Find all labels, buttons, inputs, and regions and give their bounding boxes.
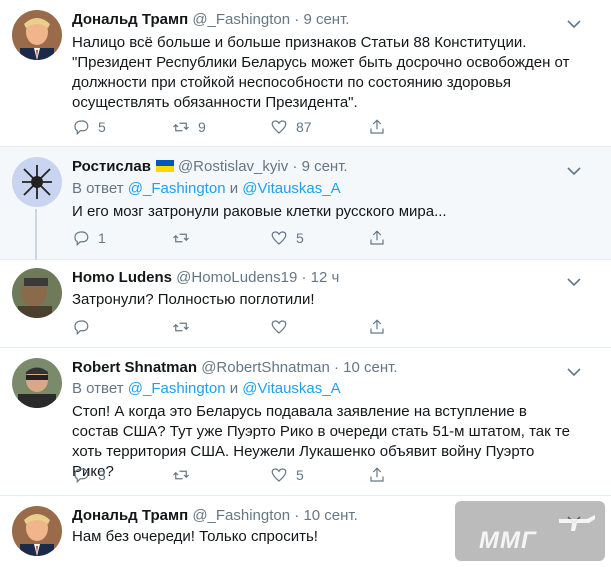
share-button[interactable]	[368, 229, 386, 247]
reply-context: В ответ @_Fashington и @Vitauskas_A	[72, 379, 341, 399]
like-button[interactable]: 5	[270, 229, 304, 247]
share-icon	[370, 319, 384, 334]
separator: ·	[294, 11, 300, 28]
tweet[interactable]: Homo Ludens @HomoLudens19 · 12 ч Затрону…	[0, 260, 611, 348]
watermark-logo: ММГ	[455, 501, 605, 561]
mention-link[interactable]: @Vitauskas_A	[242, 380, 340, 397]
author-name[interactable]: Дональд Трамп	[72, 507, 188, 524]
reply-and: и	[229, 180, 239, 197]
reply-button[interactable]	[72, 318, 98, 336]
avatar[interactable]	[12, 10, 62, 60]
author-handle[interactable]: @_Fashington	[192, 11, 290, 28]
timestamp[interactable]: 12 ч	[311, 269, 340, 286]
tweet-text: Затронули? Полностью поглотили!	[72, 291, 315, 308]
like-count: 5	[296, 467, 304, 483]
tweet-header: Homo Ludens @HomoLudens19 · 12 ч	[72, 268, 339, 288]
mention-link[interactable]: @Vitauskas_A	[242, 180, 340, 197]
like-button[interactable]: 87	[270, 118, 312, 136]
chevron-down-icon[interactable]	[567, 163, 581, 176]
retweet-icon	[173, 122, 189, 132]
heart-icon	[271, 231, 287, 245]
tweet-header: Дональд Трамп @_Fashington · 10 сент.	[72, 506, 358, 526]
like-count: 5	[296, 230, 304, 246]
avatar[interactable]	[12, 506, 62, 556]
reply-icon	[74, 468, 89, 484]
retweet-icon	[173, 470, 189, 480]
separator: ·	[334, 359, 339, 376]
mention-link[interactable]: @_Fashington	[128, 180, 226, 197]
retweet-count: 9	[198, 119, 206, 135]
tweet[interactable]: Ростислав @Rostislav_kyiv · 9 сент. В отв…	[0, 147, 611, 260]
rifle-emblem-icon	[559, 515, 595, 531]
like-count: 87	[296, 119, 312, 135]
retweet-icon	[173, 322, 189, 332]
timestamp[interactable]: 10 сент.	[303, 507, 357, 524]
author-name[interactable]: Ростислав	[72, 158, 151, 175]
retweet-icon	[173, 233, 189, 243]
avatar[interactable]	[12, 157, 62, 207]
reply-icon	[74, 120, 89, 136]
author-handle[interactable]: @RobertShnatman	[201, 359, 330, 376]
author-handle[interactable]: @_Fashington	[192, 507, 290, 524]
tweet-actions: 5 9 87	[72, 118, 402, 138]
tweet-header: Robert Shnatman @RobertShnatman · 10 сен…	[72, 358, 398, 378]
author-name[interactable]: Homo Ludens	[72, 269, 172, 286]
chevron-down-icon[interactable]	[567, 274, 581, 287]
tweet-actions: 3 5	[72, 466, 402, 486]
author-handle[interactable]: @HomoLudens19	[176, 269, 297, 286]
reply-button[interactable]: 1	[72, 229, 106, 247]
reply-icon	[74, 231, 89, 247]
avatar[interactable]	[12, 358, 62, 408]
thread-line	[35, 209, 37, 260]
reply-count: 1	[98, 230, 106, 246]
reply-count: 5	[98, 119, 106, 135]
mention-link[interactable]: @_Fashington	[128, 380, 226, 397]
author-name[interactable]: Дональд Трамп	[72, 11, 188, 28]
share-icon	[370, 230, 384, 245]
reply-button[interactable]: 5	[72, 118, 106, 136]
tweet-actions: 1 5	[72, 229, 402, 249]
tweet-text: И его мозг затронули раковые клетки русс…	[72, 203, 447, 220]
timestamp[interactable]: 9 сент.	[303, 11, 349, 28]
chevron-down-icon[interactable]	[567, 364, 581, 377]
heart-icon	[271, 468, 287, 482]
retweet-button[interactable]	[172, 466, 198, 484]
tweet-text: Налицо всё больше и больше признаков Ста…	[72, 34, 570, 111]
chevron-down-icon[interactable]	[567, 16, 581, 29]
retweet-button[interactable]	[172, 229, 198, 247]
reply-and: и	[229, 380, 239, 397]
like-button[interactable]	[270, 318, 296, 336]
tweet-header: Дональд Трамп @_Fashington · 9 сент.	[72, 10, 349, 30]
author-handle[interactable]: @Rostislav_kyiv	[178, 158, 288, 175]
watermark-text: ММГ	[479, 527, 537, 554]
timestamp[interactable]: 9 сент.	[302, 158, 348, 175]
share-icon	[370, 467, 384, 482]
retweet-button[interactable]: 9	[172, 118, 206, 136]
tweet[interactable]: Дональд Трамп @_Fashington · 9 сент. Нал…	[0, 0, 611, 147]
share-button[interactable]	[368, 318, 386, 336]
reply-prefix: В ответ	[72, 380, 124, 397]
reply-context: В ответ @_Fashington и @Vitauskas_A	[72, 179, 341, 199]
reply-count: 3	[98, 467, 106, 483]
heart-icon	[271, 320, 287, 334]
separator: ·	[301, 269, 307, 286]
separator: ·	[294, 507, 300, 524]
ukraine-flag-icon	[155, 160, 174, 172]
reply-button[interactable]: 3	[72, 466, 106, 484]
tweet-header: Ростислав @Rostislav_kyiv · 9 сент.	[72, 157, 348, 177]
share-icon	[370, 119, 384, 134]
share-button[interactable]	[368, 118, 386, 136]
reply-icon	[74, 320, 89, 336]
tweet-actions	[72, 318, 402, 338]
heart-icon	[271, 120, 287, 134]
retweet-button[interactable]	[172, 318, 198, 336]
share-button[interactable]	[368, 466, 386, 484]
author-name[interactable]: Robert Shnatman	[72, 359, 197, 376]
reply-prefix: В ответ	[72, 180, 124, 197]
timestamp[interactable]: 10 сент.	[343, 359, 397, 376]
avatar[interactable]	[12, 268, 62, 318]
like-button[interactable]: 5	[270, 466, 304, 484]
separator: ·	[292, 158, 298, 175]
tweet[interactable]: Robert Shnatman @RobertShnatman · 10 сен…	[0, 348, 611, 496]
